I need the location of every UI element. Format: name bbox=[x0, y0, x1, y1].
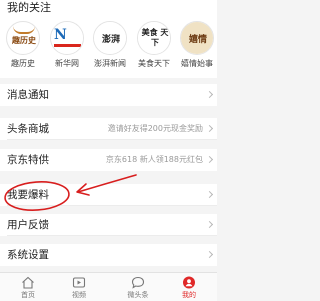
my-follows-section: 我的关注 趣历史 趣历史 N 新华网 澎湃 澎湃新闻 美食 天下 美食天下 嬉情… bbox=[0, 0, 217, 78]
video-icon bbox=[72, 277, 86, 288]
xinhua-logo-icon: N bbox=[50, 21, 84, 55]
chevron-right-icon bbox=[205, 250, 214, 259]
home-icon bbox=[22, 276, 34, 289]
menu-item-hint: 邀请好友得200元现金奖励 bbox=[107, 124, 203, 133]
xiqing-logo-icon: 嬉情 bbox=[180, 21, 214, 55]
chat-bubble-icon bbox=[131, 276, 145, 289]
followed-account-xiqing[interactable]: 嬉情 嬉情始事 bbox=[177, 20, 217, 76]
menu-item-report-news[interactable]: 我要爆料 bbox=[0, 184, 217, 206]
account-name: 新华网 bbox=[55, 59, 79, 68]
tab-label: 微头条 bbox=[127, 291, 149, 299]
menu-item-mall[interactable]: 头条商城 邀请好友得200元现金奖励 bbox=[0, 118, 217, 140]
meishi-logo-icon: 美食 天下 bbox=[137, 21, 171, 55]
chevron-right-icon bbox=[205, 220, 214, 229]
my-follows-title[interactable]: 我的关注 bbox=[7, 1, 51, 14]
menu-item-settings[interactable]: 系统设置 bbox=[0, 244, 217, 266]
chevron-right-icon bbox=[205, 124, 214, 133]
tab-micro-headline[interactable]: 微头条 bbox=[118, 273, 158, 301]
menu-item-label: 京东特供 bbox=[7, 154, 49, 166]
menu-item-notifications[interactable]: 消息通知 bbox=[0, 84, 217, 106]
menu-item-label: 用户反馈 bbox=[7, 219, 49, 231]
thepaper-logo-icon: 澎湃 bbox=[93, 21, 127, 55]
divider bbox=[7, 139, 217, 140]
divider bbox=[7, 205, 217, 206]
chevron-right-icon bbox=[205, 90, 214, 99]
menu-item-label: 系统设置 bbox=[7, 249, 49, 261]
followed-account-thepaper[interactable]: 澎湃 澎湃新闻 bbox=[90, 20, 130, 76]
chevron-right-icon bbox=[205, 190, 214, 199]
followed-account-xinhua[interactable]: N 新华网 bbox=[47, 20, 87, 76]
menu-item-feedback[interactable]: 用户反馈 bbox=[0, 214, 217, 236]
tab-mine[interactable]: 我的 bbox=[169, 273, 209, 301]
account-name: 美食天下 bbox=[138, 59, 170, 68]
menu-item-jd-special[interactable]: 京东特供 京东618 新人领188元红包 bbox=[0, 149, 217, 171]
menu-item-label: 头条商城 bbox=[7, 123, 49, 135]
followed-account-quhistory[interactable]: 趣历史 趣历史 bbox=[3, 20, 43, 76]
tab-video[interactable]: 视频 bbox=[59, 273, 99, 301]
tab-label: 视频 bbox=[72, 291, 86, 299]
divider bbox=[7, 235, 217, 236]
chevron-right-icon bbox=[205, 155, 214, 164]
tab-label: 我的 bbox=[182, 291, 196, 299]
account-name: 嬉情始事 bbox=[181, 59, 213, 68]
followed-account-meishi[interactable]: 美食 天下 美食天下 bbox=[134, 20, 174, 76]
menu-item-label: 消息通知 bbox=[7, 89, 49, 101]
quhistory-logo-icon: 趣历史 bbox=[6, 21, 40, 55]
tab-label: 首页 bbox=[21, 291, 35, 299]
menu-item-hint: 京东618 新人领188元红包 bbox=[105, 155, 203, 164]
account-name: 澎湃新闻 bbox=[94, 59, 126, 68]
account-name: 趣历史 bbox=[11, 59, 35, 68]
profile-icon bbox=[183, 276, 195, 289]
bottom-tab-bar: 首页 视频 微头条 我的 bbox=[0, 272, 217, 301]
menu-item-label: 我要爆料 bbox=[7, 189, 49, 201]
tab-home[interactable]: 首页 bbox=[8, 273, 48, 301]
followed-accounts-list: 趣历史 趣历史 N 新华网 澎湃 澎湃新闻 美食 天下 美食天下 嬉情 嬉情始事 bbox=[0, 20, 217, 78]
